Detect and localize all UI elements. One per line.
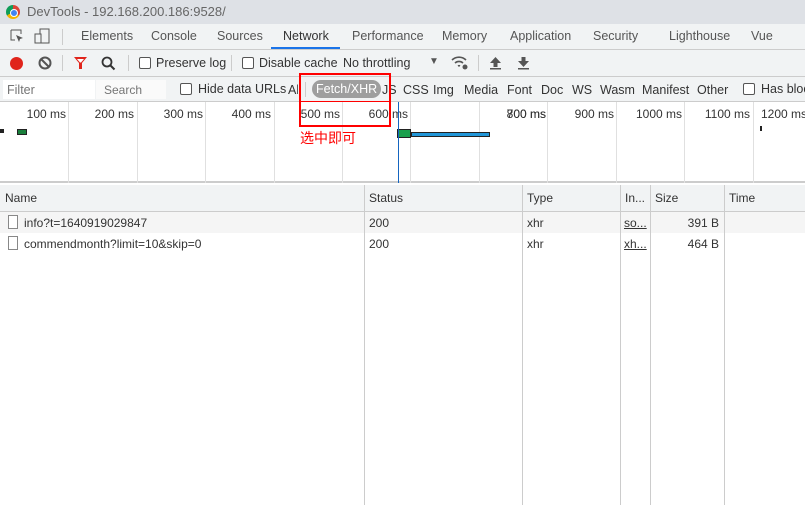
tab-console[interactable]: Console <box>151 29 197 43</box>
filter-type-all[interactable]: All <box>288 83 298 97</box>
device-toolbar-icon[interactable] <box>34 28 50 44</box>
filter-icon[interactable] <box>73 56 88 70</box>
tab-application[interactable]: Application <box>510 29 571 43</box>
file-icon <box>8 236 18 250</box>
search-input[interactable] <box>96 80 166 99</box>
record-icon[interactable] <box>10 57 23 70</box>
hide-data-urls-checkbox[interactable] <box>180 83 192 95</box>
annotation-text: 选中即可 <box>300 130 356 146</box>
chrome-logo-icon <box>6 5 20 19</box>
table-row[interactable]: info?t=1640919029847 200 xhr so... 391 B <box>0 212 805 233</box>
tab-lighthouse[interactable]: Lighthouse <box>669 29 730 43</box>
filter-type-other[interactable]: Other <box>697 83 728 97</box>
column-divider[interactable] <box>620 185 621 505</box>
tab-security[interactable]: Security <box>593 29 638 43</box>
tick-label: 300 ms <box>163 107 203 121</box>
filter-type-doc[interactable]: Doc <box>541 83 563 97</box>
column-initiator[interactable]: In... <box>625 191 647 205</box>
request-name[interactable]: info?t=1640919029847 <box>24 216 147 230</box>
request-bar <box>397 129 411 138</box>
file-icon <box>8 215 18 229</box>
column-status[interactable]: Status <box>369 191 403 205</box>
filter-type-css[interactable]: CSS <box>403 83 429 97</box>
network-conditions-icon[interactable] <box>451 55 469 71</box>
request-type: xhr <box>527 216 544 230</box>
column-divider[interactable] <box>724 185 725 505</box>
disable-cache-label: Disable cache <box>259 56 338 70</box>
filter-bar: Hide data URLs All Fetch/XHR JS CSS Img … <box>0 77 805 102</box>
tick-label: 200 ms <box>94 107 134 121</box>
table-header: Name Status Type In... Size Time <box>0 185 805 212</box>
tab-vue[interactable]: Vue <box>751 29 773 43</box>
search-icon[interactable] <box>101 56 116 71</box>
tick-label: 1100 ms <box>704 107 750 121</box>
request-size: 391 B <box>687 216 719 230</box>
column-divider[interactable] <box>364 185 365 505</box>
export-har-icon[interactable] <box>517 56 530 70</box>
request-type: xhr <box>527 237 544 251</box>
timeline-overview[interactable]: 100 ms 200 ms 300 ms 400 ms 500 ms 600 m… <box>0 102 805 183</box>
has-blocked-cookies-checkbox[interactable] <box>743 83 755 95</box>
tick-label: 1000 ms <box>635 107 682 121</box>
preserve-log-checkbox[interactable] <box>139 57 151 69</box>
tab-memory[interactable]: Memory <box>442 29 487 43</box>
tick-label: 900 ms <box>574 107 614 121</box>
tab-sources[interactable]: Sources <box>217 29 263 43</box>
request-initiator[interactable]: so... <box>624 216 647 230</box>
filter-type-manifest[interactable]: Manifest <box>642 83 689 97</box>
filter-type-img[interactable]: Img <box>433 83 454 97</box>
tick-label: 100 ms <box>26 107 66 121</box>
filter-type-media[interactable]: Media <box>464 83 498 97</box>
has-blocked-cookies-label: Has bloc <box>761 82 805 96</box>
column-divider[interactable] <box>522 185 523 505</box>
tick-label: 1200 ms <box>761 107 805 121</box>
title-bar: DevTools - 192.168.200.186:9528/ <box>0 0 805 24</box>
tick-label: 800 ms <box>506 107 546 121</box>
request-status: 200 <box>369 237 390 251</box>
request-bar <box>411 132 490 137</box>
clear-icon[interactable] <box>38 56 52 70</box>
filter-type-ws[interactable]: WS <box>572 83 592 97</box>
column-size[interactable]: Size <box>655 191 678 205</box>
inspect-element-icon[interactable] <box>9 28 25 44</box>
request-name[interactable]: commendmonth?limit=10&skip=0 <box>24 237 201 251</box>
tick-label: 400 ms <box>231 107 271 121</box>
import-har-icon[interactable] <box>489 56 502 70</box>
network-toolbar: Preserve log Disable cache No throttling… <box>0 50 805 77</box>
request-status: 200 <box>369 216 390 230</box>
annotation-highlight-box <box>299 73 391 127</box>
table-row[interactable]: commendmonth?limit=10&skip=0 200 xhr xh.… <box>0 233 805 254</box>
request-initiator[interactable]: xh... <box>624 237 647 251</box>
column-time[interactable]: Time <box>729 191 755 205</box>
filter-type-font[interactable]: Font <box>507 83 532 97</box>
column-name[interactable]: Name <box>5 191 37 205</box>
tab-elements[interactable]: Elements <box>81 29 133 43</box>
disable-cache-checkbox[interactable] <box>242 57 254 69</box>
filter-input[interactable] <box>3 80 95 99</box>
request-size: 464 B <box>687 237 719 251</box>
column-divider[interactable] <box>650 185 651 505</box>
tab-network[interactable]: Network <box>283 29 329 43</box>
annotation-box-edge <box>300 101 390 102</box>
chevron-down-icon[interactable]: ▼ <box>429 56 439 67</box>
column-type[interactable]: Type <box>527 191 553 205</box>
active-tab-indicator <box>271 47 340 49</box>
preserve-log-label: Preserve log <box>156 56 227 70</box>
window-title: DevTools - 192.168.200.186:9528/ <box>27 4 226 19</box>
filter-type-wasm[interactable]: Wasm <box>600 83 635 97</box>
load-event-line <box>398 102 399 183</box>
tab-performance[interactable]: Performance <box>352 29 424 43</box>
hide-data-urls-label: Hide data URLs <box>198 82 287 96</box>
panel-tabs: Elements Console Sources Network Perform… <box>0 24 805 50</box>
throttling-select[interactable]: No throttling <box>343 56 410 70</box>
